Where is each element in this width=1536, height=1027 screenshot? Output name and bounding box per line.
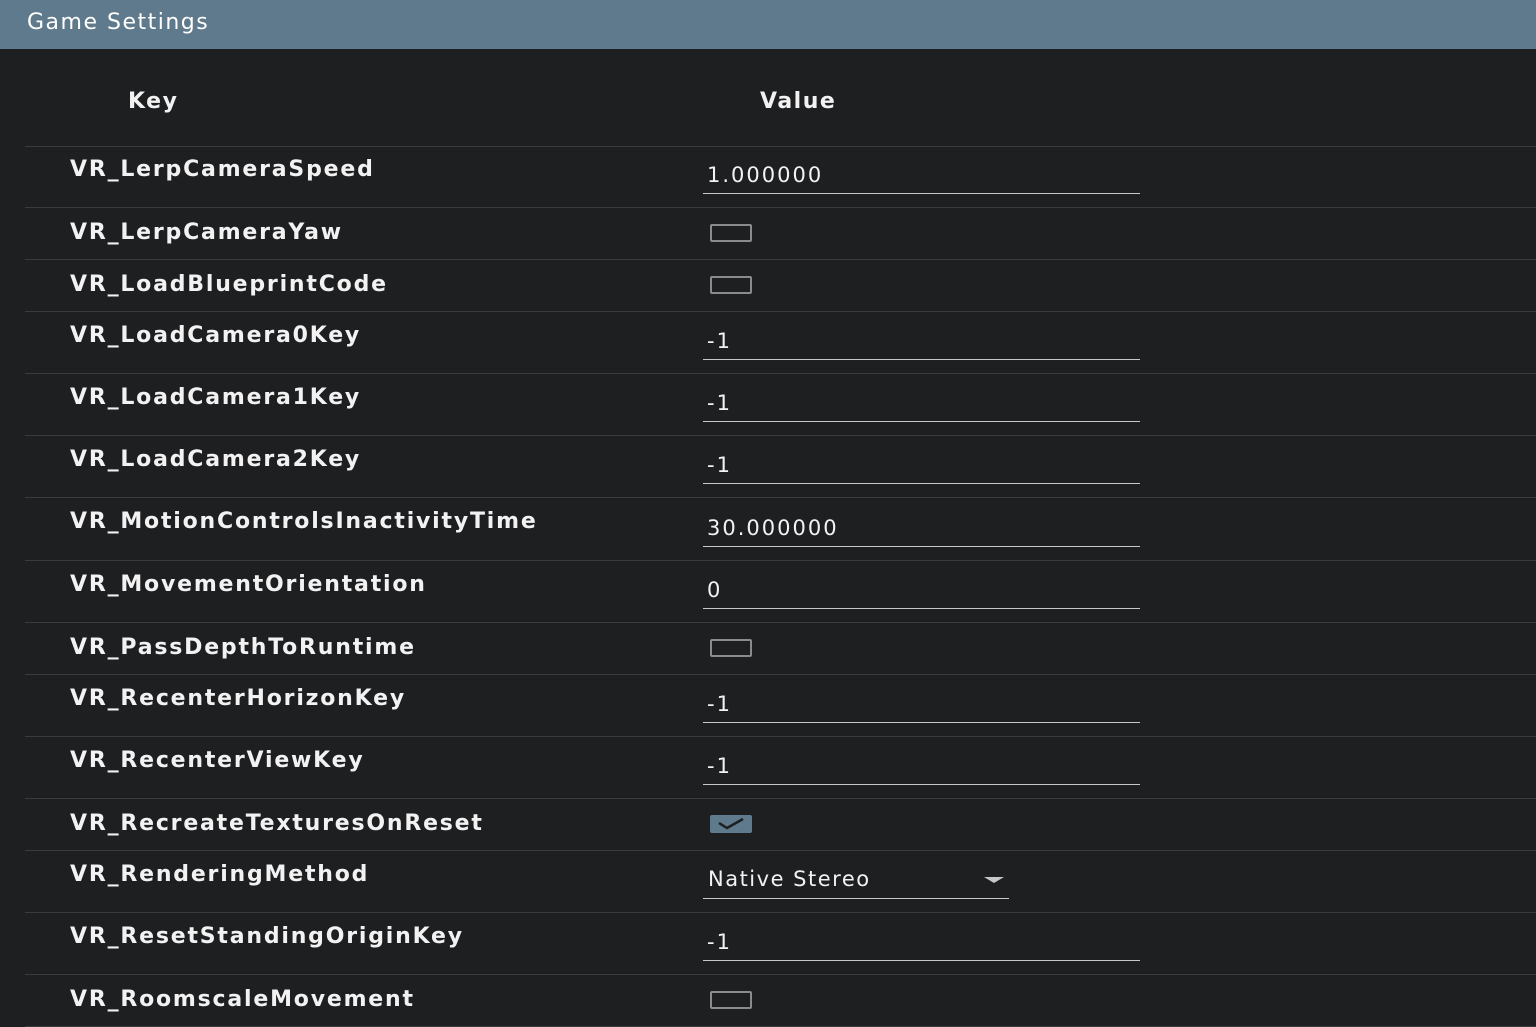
setting-row: VR_RenderingMethod Native Stereo: [25, 851, 1536, 913]
setting-key-label: VR_RenderingMethod: [70, 862, 370, 887]
setting-value-input[interactable]: [703, 446, 1140, 484]
setting-value-input[interactable]: [703, 747, 1140, 785]
setting-key-label: VR_LoadCamera1Key: [70, 385, 362, 410]
value-column-header: Value: [760, 89, 837, 114]
dropdown-selected-value: Native Stereo: [708, 867, 871, 891]
setting-key-label: VR_RoomscaleMovement: [70, 987, 415, 1012]
setting-value-input[interactable]: [703, 923, 1140, 961]
setting-row: VR_RecenterViewKey: [25, 737, 1536, 799]
setting-key-label: VR_MotionControlsInactivityTime: [70, 509, 538, 534]
setting-key-label: VR_LoadBlueprintCode: [70, 272, 388, 297]
setting-checkbox[interactable]: [710, 991, 752, 1009]
setting-key-label: VR_LerpCameraSpeed: [70, 157, 375, 182]
setting-checkbox-checked[interactable]: [710, 815, 752, 833]
setting-key-label: VR_RecenterViewKey: [70, 748, 365, 773]
setting-row: VR_MovementOrientation: [25, 561, 1536, 623]
setting-value-input[interactable]: [703, 322, 1140, 360]
setting-key-label: VR_MovementOrientation: [70, 572, 427, 597]
setting-checkbox[interactable]: [710, 224, 752, 242]
setting-value-input[interactable]: [703, 156, 1140, 194]
setting-value-input[interactable]: [703, 509, 1140, 547]
table-header: Key Value: [25, 49, 1536, 147]
setting-key-label: VR_RecenterHorizonKey: [70, 686, 406, 711]
setting-key-label: VR_LoadCamera2Key: [70, 447, 362, 472]
chevron-down-icon[interactable]: [984, 877, 1004, 883]
setting-key-label: VR_LoadCamera0Key: [70, 323, 362, 348]
setting-checkbox[interactable]: [710, 639, 752, 657]
setting-row: VR_LoadCamera0Key: [25, 312, 1536, 374]
setting-key-label: VR_ResetStandingOriginKey: [70, 924, 464, 949]
setting-row: VR_MotionControlsInactivityTime: [25, 498, 1536, 561]
setting-row: VR_LoadCamera2Key: [25, 436, 1536, 498]
window-title: Game Settings: [27, 10, 210, 35]
setting-row: VR_ResetStandingOriginKey: [25, 913, 1536, 975]
setting-value-input[interactable]: [703, 685, 1140, 723]
setting-value-dropdown[interactable]: Native Stereo: [703, 861, 1009, 899]
setting-value-input[interactable]: [703, 384, 1140, 422]
setting-value-input[interactable]: [703, 571, 1140, 609]
setting-key-label: VR_PassDepthToRuntime: [70, 635, 416, 660]
setting-checkbox[interactable]: [710, 276, 752, 294]
setting-row: VR_RecenterHorizonKey: [25, 675, 1536, 737]
setting-row: VR_RecreateTexturesOnReset: [25, 799, 1536, 851]
setting-row: VR_LoadBlueprintCode: [25, 260, 1536, 312]
key-column-header: Key: [128, 89, 179, 114]
setting-row: VR_LoadCamera1Key: [25, 374, 1536, 436]
checkmark-icon: [718, 817, 744, 830]
setting-key-label: VR_LerpCameraYaw: [70, 220, 343, 245]
setting-row: VR_LerpCameraYaw: [25, 208, 1536, 260]
setting-row: VR_PassDepthToRuntime: [25, 623, 1536, 675]
window-titlebar: Game Settings: [0, 0, 1536, 49]
setting-row: VR_LerpCameraSpeed: [25, 146, 1536, 208]
setting-row: VR_RoomscaleMovement: [25, 975, 1536, 1027]
setting-key-label: VR_RecreateTexturesOnReset: [70, 811, 484, 836]
